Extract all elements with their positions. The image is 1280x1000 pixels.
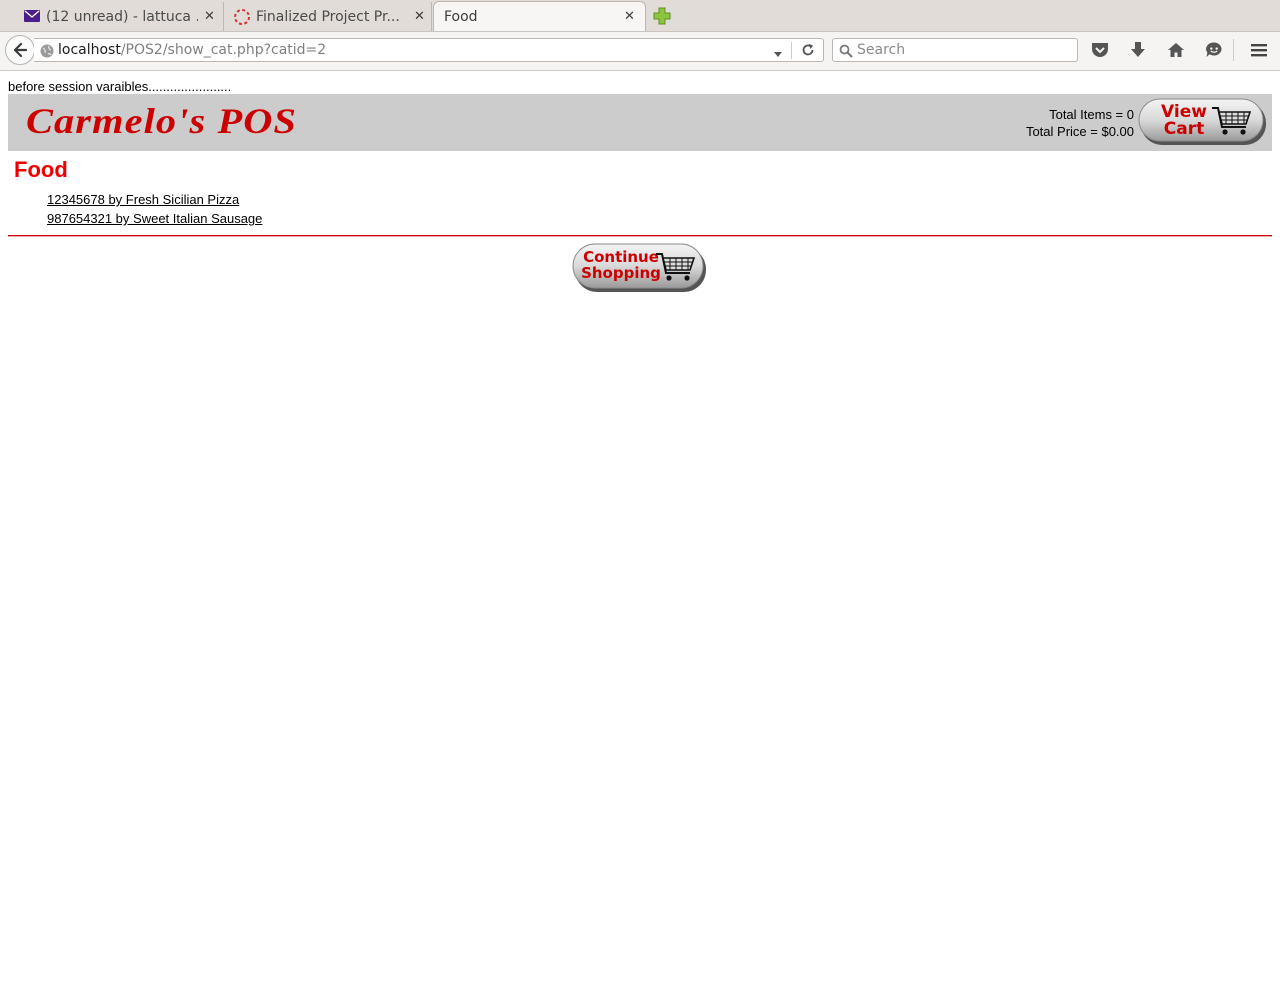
pocket-button[interactable]: [1090, 40, 1110, 60]
home-button[interactable]: [1166, 40, 1186, 60]
navigation-bar: localhost/POS2/show_cat.php?catid=2 Sear…: [0, 32, 1280, 71]
loading-spinner-icon: [233, 8, 251, 30]
cart-totals: Total Items = 0 Total Price = $0.00: [1026, 106, 1134, 140]
tab-strip: (12 unread) - lattuca ... ✕ Finalized Pr…: [0, 0, 1280, 32]
header-banner: Carmelo's POS Total Items = 0 Total Pric…: [8, 94, 1272, 151]
globe-icon: [40, 43, 54, 62]
category-title: Food: [14, 157, 68, 182]
view-cart-button[interactable]: View Cart: [1138, 97, 1268, 147]
page-content: before session varaibles................…: [0, 71, 1280, 1000]
downloads-button[interactable]: [1128, 40, 1148, 60]
new-tab-button[interactable]: [652, 6, 672, 26]
tab-project[interactable]: Finalized Project Pr... ✕: [224, 2, 432, 31]
total-price: Total Price = $0.00: [1025, 124, 1134, 139]
tab-label: (12 unread) - lattuca ...: [46, 8, 198, 25]
plus-icon: [653, 7, 671, 25]
home-icon: [1168, 43, 1184, 57]
reload-icon[interactable]: [800, 42, 816, 62]
product-list: 12345678 by Fresh Sicilian Pizza 9876543…: [47, 190, 262, 228]
product-link[interactable]: 12345678 by Fresh Sicilian Pizza: [47, 190, 262, 209]
chat-icon: [1206, 42, 1222, 57]
close-tab-icon[interactable]: ✕: [624, 9, 635, 24]
product-link[interactable]: 987654321 by Sweet Italian Sausage: [47, 209, 262, 228]
close-tab-icon[interactable]: ✕: [414, 9, 425, 24]
hamburger-menu-icon: [1251, 44, 1267, 57]
tab-food[interactable]: Food ✕: [433, 1, 646, 31]
tab-label: Food: [444, 8, 478, 25]
close-tab-icon[interactable]: ✕: [204, 9, 215, 24]
url-text: localhost/POS2/show_cat.php?catid=2: [58, 42, 327, 58]
divider: [8, 235, 1272, 237]
site-logo: Carmelo's POS: [26, 101, 298, 141]
dropdown-arrow-icon[interactable]: [773, 44, 783, 63]
continue-shopping-button[interactable]: Continue Shopping: [572, 242, 708, 294]
pocket-icon: [1092, 43, 1108, 57]
search-placeholder: Search: [857, 42, 906, 58]
search-icon: [839, 43, 853, 62]
back-arrow-icon: [13, 42, 28, 58]
chat-button[interactable]: [1204, 40, 1224, 60]
tab-label: Finalized Project Pr...: [256, 8, 400, 25]
mail-icon: [24, 10, 40, 26]
tab-mail[interactable]: (12 unread) - lattuca ... ✕: [14, 2, 224, 31]
url-bar[interactable]: localhost/POS2/show_cat.php?catid=2: [34, 38, 824, 62]
menu-button[interactable]: [1249, 40, 1269, 60]
download-icon: [1131, 42, 1145, 57]
view-cart-label-line2: Cart: [1164, 119, 1204, 139]
search-bar[interactable]: Search: [832, 38, 1078, 62]
total-items: Total Items = 0: [1049, 107, 1134, 122]
continue-label-line2: Shopping: [581, 264, 661, 282]
debug-text: before session varaibles................…: [8, 79, 232, 94]
back-button[interactable]: [5, 35, 35, 65]
